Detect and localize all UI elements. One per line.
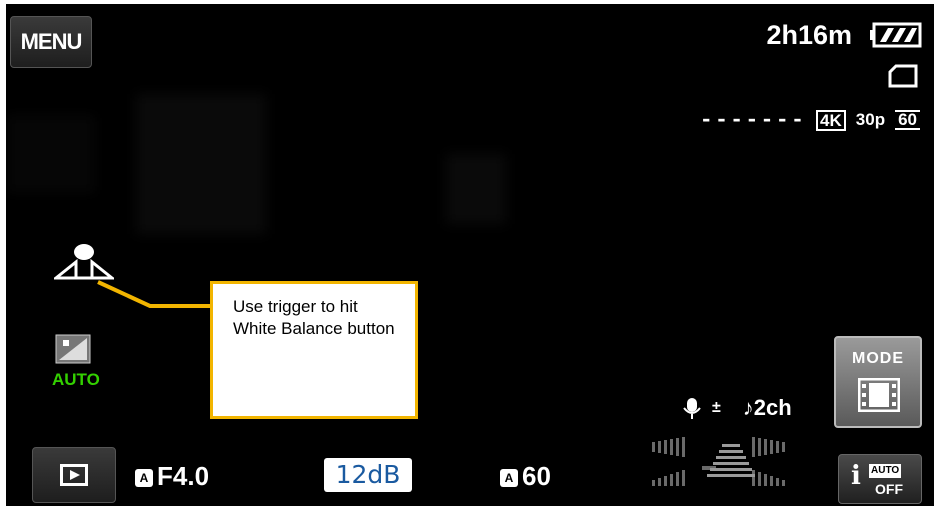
scene-background-shape	[6, 114, 96, 194]
microphone-icon	[683, 398, 701, 419]
scene-background-shape	[446, 154, 506, 224]
shutter-mode-tag: 60	[895, 110, 920, 130]
mode-button[interactable]: MODE	[834, 336, 922, 428]
audio-level-meter	[652, 437, 785, 486]
scene-auto-label: AUTO	[52, 370, 100, 389]
battery-full-icon	[870, 22, 922, 48]
mode-label: MODE	[852, 350, 904, 367]
audio-status-row: ± ♪2ch	[682, 395, 792, 421]
white-balance-icon[interactable]	[54, 240, 114, 282]
ia-auto-label: AUTO	[869, 464, 902, 478]
ia-off-label: OFF	[875, 481, 903, 497]
remaining-time: 2h16m	[766, 20, 852, 50]
intelligent-auto-button[interactable]: i AUTO OFF	[838, 454, 922, 504]
aperture-value[interactable]: A F4.0	[135, 461, 209, 492]
memory-card-icon	[888, 64, 918, 88]
scene-background-shape	[136, 94, 266, 234]
mic-level-adjust: ±	[712, 399, 721, 416]
auto-badge-icon: A	[135, 469, 153, 488]
recording-counter-dashes: -------	[699, 107, 807, 133]
instruction-callout: Use trigger to hit White Balance button	[210, 281, 418, 419]
auto-badge-icon: A	[500, 469, 518, 488]
scene-mode-icon[interactable]	[55, 334, 91, 364]
playback-icon	[60, 464, 88, 486]
resolution-badge: 4K	[816, 109, 846, 131]
shutter-value[interactable]: A 60	[500, 461, 551, 492]
playback-button[interactable]	[32, 447, 116, 503]
camera-viewfinder: MENU 2h16m ------- 4K 30p 60 AUTO MODE ±…	[6, 4, 934, 506]
menu-button[interactable]: MENU	[10, 16, 92, 68]
ia-icon: i	[851, 461, 861, 491]
recording-format-row: ------- 4K 30p 60	[700, 107, 920, 133]
audio-channels-label: ♪2ch	[742, 395, 792, 420]
gain-value[interactable]: 12dB	[324, 458, 412, 492]
music-note-icon: ♪	[742, 395, 754, 420]
film-icon	[858, 378, 900, 412]
frame-rate-label: 30p	[855, 110, 886, 129]
